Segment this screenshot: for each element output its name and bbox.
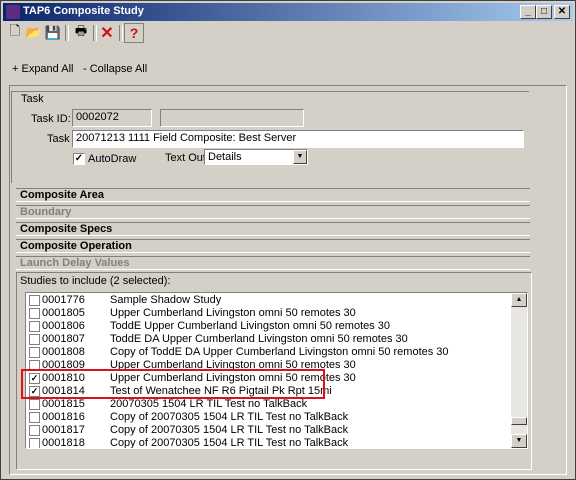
study-checkbox[interactable] xyxy=(29,438,40,448)
study-row[interactable]: 0001815 20070305 1504 LR TIL Test no Talk… xyxy=(26,398,511,411)
study-id: 0001816 xyxy=(42,411,85,423)
study-id: 0001805 xyxy=(42,307,85,319)
study-checkbox[interactable] xyxy=(29,425,40,436)
study-name: Copy of ToddE DA Upper Cumberland Living… xyxy=(110,346,449,358)
scroll-thumb[interactable] xyxy=(511,417,527,425)
scroll-down-icon[interactable]: ▼ xyxy=(511,434,527,448)
autodraw-checkbox[interactable]: ✓ xyxy=(73,153,85,165)
save-icon[interactable]: 💾 xyxy=(43,23,63,43)
task-id-label: Task ID: xyxy=(31,113,71,125)
task-id-extra-field xyxy=(160,109,304,127)
study-row[interactable]: 0001817 Copy of 20070305 1504 LR TIL Test… xyxy=(26,424,511,437)
scroll-up-icon[interactable]: ▲ xyxy=(511,293,527,307)
studies-label: Studies to include (2 selected): xyxy=(20,275,171,287)
study-row[interactable]: 0001816 Copy of 20070305 1504 LR TIL Test… xyxy=(26,411,511,424)
study-checkbox[interactable] xyxy=(29,321,40,332)
study-name: 20070305 1504 LR TIL Test no TalkBack xyxy=(110,398,308,410)
study-row[interactable]: 0001807 ToddE DA Upper Cumberland Livings… xyxy=(26,333,511,346)
close-button[interactable]: ✕ xyxy=(554,5,570,19)
study-id: 0001806 xyxy=(42,320,85,332)
expand-all-link[interactable]: + Expand All xyxy=(12,63,73,75)
study-row[interactable]: 0001806 ToddE Upper Cumberland Livingston… xyxy=(26,320,511,333)
study-row[interactable]: 0001818 Copy of 20070305 1504 LR TIL Test… xyxy=(26,437,511,449)
study-name: Upper Cumberland Livingston omni 50 remo… xyxy=(110,307,356,319)
autodraw-label: AutoDraw xyxy=(88,153,137,165)
help-icon[interactable]: ? xyxy=(124,23,144,43)
app-icon xyxy=(6,5,20,19)
study-row[interactable]: 0001776 Sample Shadow Study xyxy=(26,294,511,307)
study-checkbox[interactable] xyxy=(29,399,40,410)
task-label: Task xyxy=(47,133,70,145)
vertical-scrollbar[interactable]: ▲ ▼ xyxy=(511,293,527,448)
section-composite-area[interactable]: Composite Area xyxy=(16,188,530,202)
collapse-all-link[interactable]: - Collapse All xyxy=(83,63,147,75)
minimize-button[interactable]: _ xyxy=(520,5,536,19)
textout-value: Details xyxy=(208,151,242,163)
study-name: ToddE Upper Cumberland Livingston omni 5… xyxy=(110,320,391,332)
delete-icon[interactable]: ✕ xyxy=(97,23,117,43)
study-checkbox[interactable] xyxy=(29,347,40,358)
title-bar[interactable]: TAP6 Composite Study _ □ ✕ xyxy=(3,3,573,21)
study-checkbox[interactable] xyxy=(29,308,40,319)
chevron-down-icon[interactable]: ▼ xyxy=(293,150,307,164)
study-id: 0001815 xyxy=(42,398,85,410)
textout-label: Text Out: xyxy=(165,152,210,164)
window-title: TAP6 Composite Study xyxy=(23,5,144,17)
task-id-field: 0002072 xyxy=(72,109,152,127)
toolbar-separator xyxy=(119,25,123,41)
app-window: TAP6 Composite Study _ □ ✕ 🗋 📂 💾 🖶 ✕ ? +… xyxy=(0,0,576,480)
new-icon[interactable]: 🗋 xyxy=(5,23,25,43)
study-checkbox[interactable] xyxy=(29,412,40,423)
study-name: ToddE DA Upper Cumberland Livingston omn… xyxy=(110,333,408,345)
study-name: Sample Shadow Study xyxy=(110,294,222,306)
study-id: 0001818 xyxy=(42,437,85,449)
maximize-button[interactable]: □ xyxy=(536,5,552,19)
print-icon[interactable]: 🖶 xyxy=(71,23,91,43)
study-id: 0001817 xyxy=(42,424,85,436)
open-icon[interactable]: 📂 xyxy=(24,23,44,43)
study-row[interactable]: 0001808 Copy of ToddE DA Upper Cumberland… xyxy=(26,346,511,359)
study-checkbox[interactable] xyxy=(29,334,40,345)
section-composite-specs[interactable]: Composite Specs xyxy=(16,222,530,236)
textout-select[interactable]: Details ▼ xyxy=(204,149,308,165)
study-checkbox[interactable] xyxy=(29,295,40,306)
section-launch-delay: Launch Delay Values xyxy=(16,256,530,270)
section-composite-operation[interactable]: Composite Operation xyxy=(16,239,530,253)
selection-highlight xyxy=(21,369,325,399)
study-name: Copy of 20070305 1504 LR TIL Test no Tal… xyxy=(110,424,349,436)
study-id: 0001776 xyxy=(42,294,85,306)
toolbar-separator xyxy=(65,25,69,41)
study-id: 0001807 xyxy=(42,333,85,345)
study-name: Copy of 20070305 1504 LR TIL Test no Tal… xyxy=(110,411,349,423)
task-heading: Task xyxy=(21,93,44,105)
task-name-field[interactable]: 20071213 1111 Field Composite: Best Serv… xyxy=(72,130,524,148)
study-name: Copy of 20070305 1504 LR TIL Test no Tal… xyxy=(110,437,349,449)
study-id: 0001808 xyxy=(42,346,85,358)
study-row[interactable]: 0001805 Upper Cumberland Livingston omni … xyxy=(26,307,511,320)
section-boundary: Boundary xyxy=(16,205,530,219)
